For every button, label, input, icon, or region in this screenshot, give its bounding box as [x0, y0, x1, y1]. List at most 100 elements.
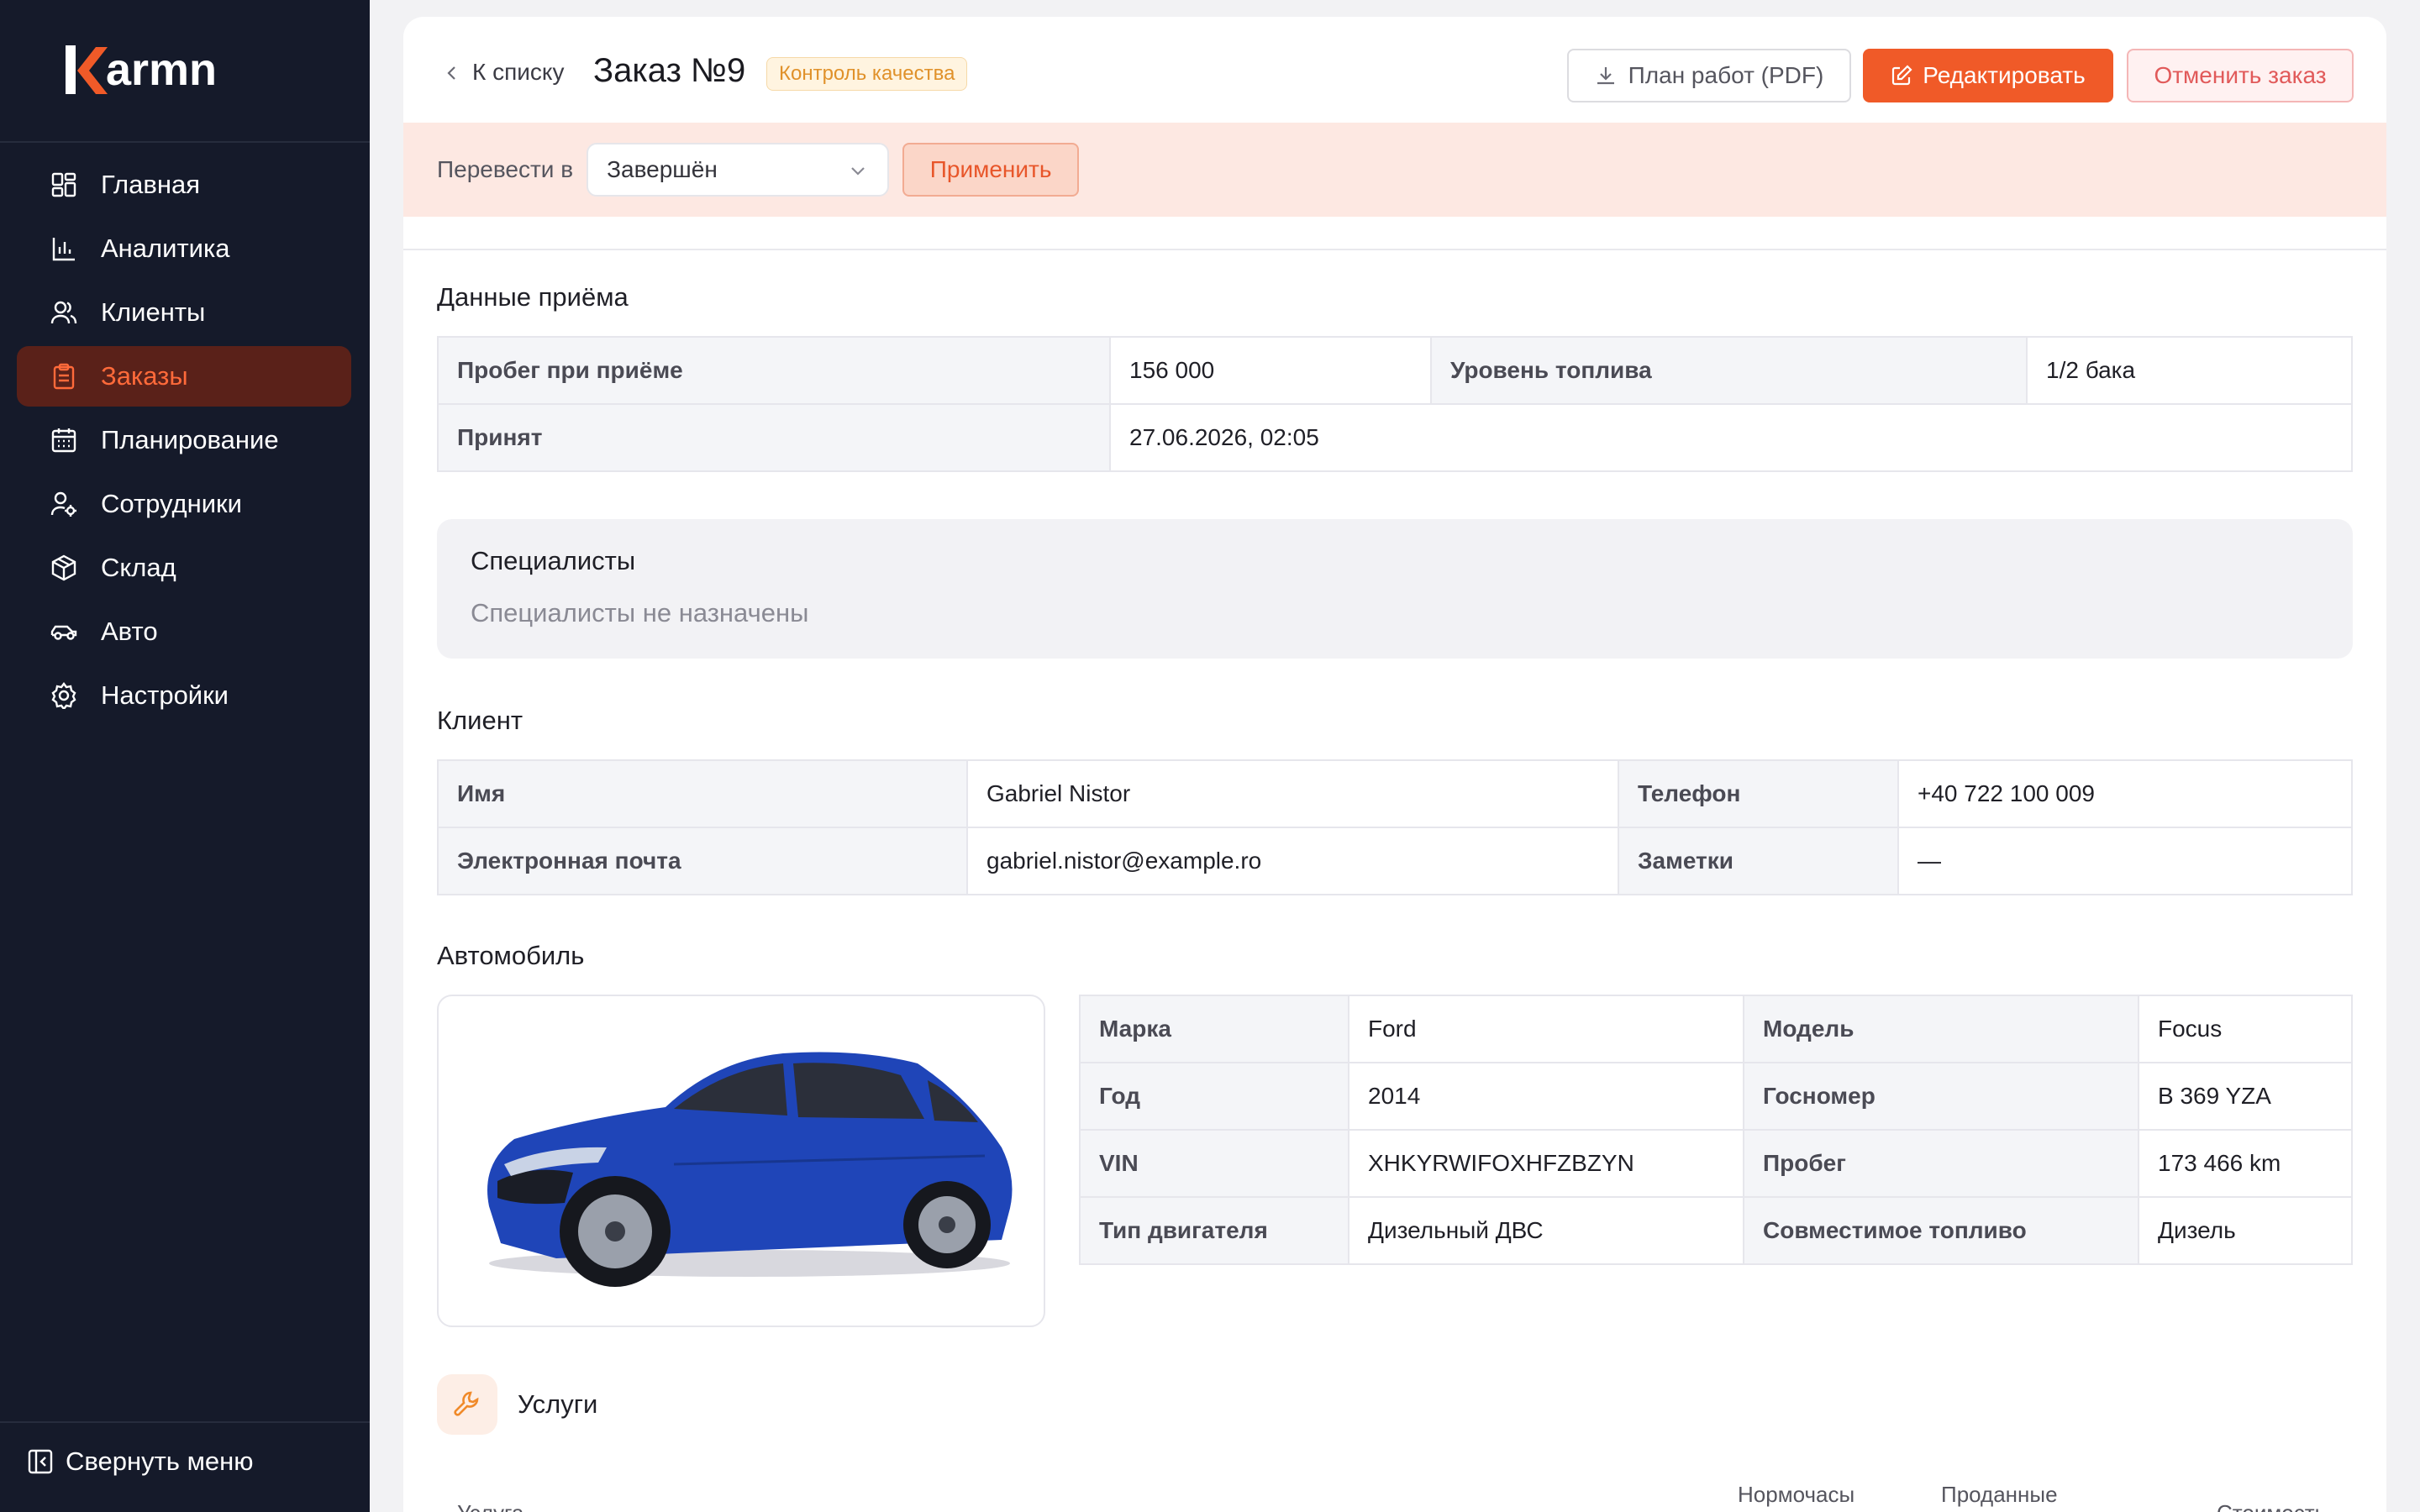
- app-logo[interactable]: armn: [62, 42, 217, 97]
- download-icon: [1595, 65, 1617, 87]
- table-cell-label: VIN: [1079, 1129, 1349, 1198]
- table-row: Год 2014 Госномер B 369 YZA: [1079, 1062, 2353, 1131]
- table-row: Тип двигателя Дизельный ДВС Совместимое …: [1079, 1196, 2353, 1265]
- logo-text: armn: [106, 45, 218, 95]
- edit-label: Редактировать: [1923, 62, 2086, 88]
- sidebar-item-analytics[interactable]: Аналитика: [17, 218, 351, 279]
- services-title: Услуги: [518, 1389, 598, 1419]
- back-to-list-link[interactable]: К списку: [442, 59, 564, 86]
- table-row: VIN XHKYRWIFOXHFZBZYN Пробег 173 466 km: [1079, 1129, 2353, 1198]
- table-cell-label: Электронная почта: [437, 827, 968, 895]
- client-section-title: Клиент: [437, 706, 523, 735]
- sidebar-item-clients[interactable]: Клиенты: [17, 282, 351, 343]
- divider: [403, 249, 2386, 250]
- sidebar-item-label: Авто: [101, 617, 158, 646]
- apply-button[interactable]: Применить: [902, 143, 1080, 197]
- table-row: Пробег при приёме 156 000 Уровень топлив…: [437, 336, 2353, 405]
- table-cell-label: Пробег при приёме: [437, 336, 1111, 405]
- sidebar-item-settings[interactable]: Настройки: [17, 665, 351, 726]
- status-select[interactable]: Завершён: [587, 143, 890, 197]
- table-cell-label: Заметки: [1618, 827, 1899, 895]
- status-select-value: Завершён: [607, 156, 718, 182]
- sidebar-item-label: Сотрудники: [101, 489, 242, 518]
- edit-button[interactable]: Редактировать: [1863, 49, 2113, 102]
- sidebar-item-staff[interactable]: Сотрудники: [17, 474, 351, 534]
- vehicle-table: Марка Ford Модель Focus Год 2014 Госноме…: [1079, 995, 2353, 1265]
- car-icon: [49, 617, 79, 647]
- bar-chart-icon: [49, 234, 79, 264]
- sidebar-bottom-divider: [0, 1421, 370, 1423]
- order-header: К списку Заказ №9 Контроль качества План…: [403, 17, 2386, 123]
- table-cell-value: Ford: [1348, 995, 1744, 1063]
- specialists-panel: Специалисты Специалисты не назначены: [437, 519, 2353, 659]
- table-cell-value: 1/2 бака: [2026, 336, 2353, 405]
- table-cell-label: Уровень топлива: [1430, 336, 2028, 405]
- calendar-icon: [49, 425, 79, 455]
- cancel-order-button[interactable]: Отменить заказ: [2127, 49, 2354, 102]
- table-cell-value: 173 466 km: [2138, 1129, 2353, 1198]
- table-cell-value: gabriel.nistor@example.ro: [966, 827, 1619, 895]
- box-icon: [49, 553, 79, 583]
- collapse-menu-label: Свернуть меню: [66, 1446, 254, 1476]
- page-title: Заказ №9: [593, 52, 746, 89]
- sidebar-item-label: Планирование: [101, 425, 279, 454]
- table-cell-label: Марка: [1079, 995, 1349, 1063]
- table-cell-label: Госномер: [1743, 1062, 2139, 1131]
- transfer-label: Перевести в: [437, 156, 574, 182]
- back-label: К списку: [472, 59, 565, 85]
- column-header-sold: Проданные: [1941, 1482, 2058, 1507]
- car-image: [487, 1052, 1013, 1287]
- sidebar-item-warehouse[interactable]: Склад: [17, 538, 351, 598]
- sidebar-item-orders[interactable]: Заказы: [17, 346, 351, 407]
- sidebar-nav: Главная Аналитика Клиенты Заказы Планиро…: [17, 155, 351, 729]
- intake-table: Пробег при приёме 156 000 Уровень топлив…: [437, 336, 2353, 472]
- pdf-label: План работ (PDF): [1628, 62, 1824, 88]
- table-cell-value: 27.06.2026, 02:05: [1109, 403, 2353, 472]
- table-cell-value: 2014: [1348, 1062, 1744, 1131]
- sidebar-item-label: Клиенты: [101, 297, 206, 327]
- edit-icon: [1891, 65, 1912, 87]
- table-cell-label: Имя: [437, 759, 968, 828]
- specialists-empty-text: Специалисты не назначены: [471, 598, 809, 627]
- table-cell-value: B 369 YZA: [2138, 1062, 2353, 1131]
- car-photo: [437, 995, 1045, 1327]
- table-cell-value: 156 000: [1109, 336, 1432, 405]
- table-cell-value: —: [1897, 827, 2353, 895]
- table-cell-value: Gabriel Nistor: [966, 759, 1619, 828]
- download-plan-pdf-button[interactable]: План работ (PDF): [1567, 49, 1851, 102]
- main-content: К списку Заказ №9 Контроль качества План…: [403, 17, 2386, 1512]
- client-table: Имя Gabriel Nistor Телефон +40 722 100 0…: [437, 759, 2353, 895]
- table-cell-value: Дизель: [2138, 1196, 2353, 1265]
- collapse-menu-button[interactable]: Свернуть меню: [27, 1446, 254, 1477]
- chevron-down-icon: [847, 160, 869, 181]
- sidebar-item-planning[interactable]: Планирование: [17, 410, 351, 470]
- table-cell-label: Принят: [437, 403, 1111, 472]
- column-header-service: Услуга: [457, 1500, 523, 1512]
- services-header: Услуги: [437, 1374, 597, 1435]
- table-cell-label: Год: [1079, 1062, 1349, 1131]
- sidebar-item-label: Склад: [101, 553, 176, 582]
- table-row: Электронная почта gabriel.nistor@example…: [437, 827, 2353, 895]
- table-row: Имя Gabriel Nistor Телефон +40 722 100 0…: [437, 759, 2353, 828]
- table-cell-value: XHKYRWIFOXHFZBZYN: [1348, 1129, 1744, 1198]
- sidebar-item-auto[interactable]: Авто: [17, 601, 351, 662]
- table-cell-label: Телефон: [1618, 759, 1899, 828]
- table-cell-label: Тип двигателя: [1079, 1196, 1349, 1265]
- status-transfer-bar: Перевести в Завершён Применить: [403, 123, 2386, 217]
- sidebar-item-home[interactable]: Главная: [17, 155, 351, 215]
- sidebar-item-label: Главная: [101, 170, 200, 199]
- table-cell-value: +40 722 100 009: [1897, 759, 2353, 828]
- status-badge: Контроль качества: [766, 57, 968, 91]
- column-header-cost: Стоимость: [2217, 1500, 2326, 1512]
- logo-k-mark: [66, 45, 108, 94]
- clipboard-icon: [49, 361, 79, 391]
- table-cell-value: Дизельный ДВС: [1348, 1196, 1744, 1265]
- dashboard-icon: [49, 170, 79, 200]
- table-row: Принят 27.06.2026, 02:05: [437, 403, 2353, 472]
- gear-icon: [49, 680, 79, 711]
- wrench-icon: [437, 1374, 497, 1435]
- intake-section-title: Данные приёма: [437, 282, 629, 312]
- table-cell-label: Совместимое топливо: [1743, 1196, 2139, 1265]
- sidebar-item-label: Настройки: [101, 680, 229, 710]
- table-cell-label: Модель: [1743, 995, 2139, 1063]
